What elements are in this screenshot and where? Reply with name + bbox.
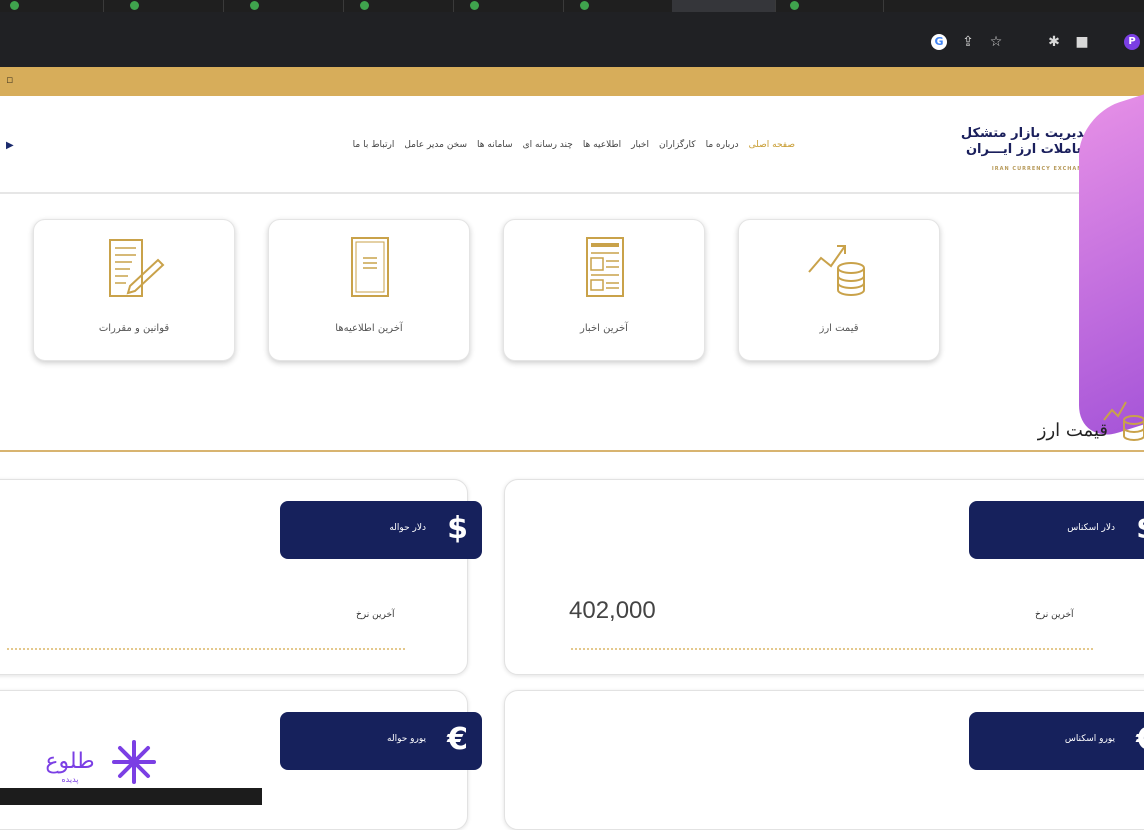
favicon-icon [10,1,19,10]
quick-link-announcements[interactable]: آخرین اطلاعیه‌ها [268,219,470,361]
watermark-logo: طلوع پدیده [45,740,156,784]
currency-name: دلار اسکناس [1067,523,1115,533]
rate-panel-usd-cash: $ دلار اسکناس آخرین نرخ 402,000 [504,479,1144,675]
favicon-icon [360,1,369,10]
logo-line-2: معاملات ارز ایـــران [965,142,1092,157]
quick-link-latest-news[interactable]: آخرین اخبار [503,219,705,361]
browser-tab[interactable] [460,0,564,12]
contract-pen-icon [109,239,165,297]
dotted-divider [7,648,405,650]
watermark-subtext: پدیده [61,775,78,784]
newspaper-icon [586,237,624,297]
watermark-text: طلوع [45,749,94,774]
currency-badge: € یورو حواله [280,712,482,770]
currency-name: یورو حواله [387,734,426,744]
star-icon[interactable]: ☆ [988,34,1004,50]
browser-tab-strip [0,0,1144,12]
section-title: قیمت ارز [1037,420,1108,441]
browser-tab[interactable] [570,0,674,12]
nav-arrow-icon[interactable]: ▶ [6,140,14,151]
currency-name: دلار حواله [389,523,426,533]
quick-link-label: قوانین و مقررات [98,323,170,334]
currency-badge: $ دلار اسکناس [969,501,1144,559]
logo-subtitle: IRAN CURRENCY EXCHANGE [991,166,1092,172]
rate-panel-eur-cash: € یورو اسکناس [504,690,1144,830]
decorative-gradient-shape [1079,84,1144,446]
currency-name: یورو اسکناس [1064,734,1115,744]
quick-link-label: آخرین اطلاعیه‌ها [335,323,403,334]
nav-item-announcements[interactable]: اطلاعیه ها [583,140,621,156]
currency-badge: $ دلار حواله [280,501,482,559]
dollar-icon: $ [447,511,468,546]
rate-label: آخرین نرخ [1035,610,1074,620]
browser-tab[interactable] [780,0,884,12]
rate-label: آخرین نرخ [356,610,395,620]
dotted-divider [571,648,1093,650]
logo-line-1: مدیریت بازار متشکل [960,126,1092,141]
google-icon[interactable]: G [931,34,947,50]
bookmarks-bar: ▫ [0,67,1144,96]
favicon-icon [790,1,799,10]
share-icon[interactable]: ⇪ [960,34,976,50]
browser-tab[interactable] [0,0,104,12]
euro-icon: € [1136,722,1144,758]
document-icon [351,237,389,297]
profile-avatar[interactable]: P [1124,34,1140,50]
nav-item-systems[interactable]: سامانه ها [477,140,513,156]
favicon-icon [250,1,259,10]
taskbar [0,788,262,805]
quick-link-regulations[interactable]: قوانین و مقررات [33,219,235,361]
nav-item-contact[interactable]: ارتباط با ما [353,140,395,156]
browser-toolbar: G ⇪ ☆ ✱ ■ P [0,12,1144,67]
browser-tab[interactable] [120,0,224,12]
coins-chart-icon [1103,401,1144,441]
favicon-icon [130,1,139,10]
rate-value: 402,000 [569,597,656,624]
favicon-icon [470,1,479,10]
site-logo[interactable]: مدیریت بازار متشکل معاملات ارز ایـــران … [960,126,1102,177]
quick-link-currency-price[interactable]: قیمت ارز [738,219,940,361]
nav-item-about[interactable]: درباره ما [706,140,739,156]
quick-link-label: آخرین اخبار [580,323,628,334]
rate-panel-usd-transfer: $ دلار حواله آخرین نرخ [0,479,482,675]
nav-item-ceo-message[interactable]: سخن مدیر عامل [404,140,467,156]
dollar-icon: $ [1136,511,1144,547]
coins-chart-icon [808,245,865,296]
euro-icon: € [447,722,468,757]
currency-badge: € یورو اسکناس [969,712,1144,770]
favicon-icon [580,1,589,10]
main-nav: صفحه اصلی درباره ما کارگزاران اخبار اطلا… [165,140,795,156]
nav-item-home[interactable]: صفحه اصلی [749,140,795,156]
site-header: ▶ صفحه اصلی درباره ما کارگزاران اخبار اط… [0,96,1144,194]
browser-tab[interactable] [240,0,344,12]
extensions-icon[interactable]: ✱ [1046,34,1062,50]
quick-link-label: قیمت ارز [819,323,859,334]
section-divider [0,450,1144,452]
browser-tab[interactable] [350,0,454,12]
bookmark-icon[interactable]: ▫ [6,73,13,86]
nav-item-multimedia[interactable]: چند رسانه ای [523,140,573,156]
browser-tab-active[interactable] [672,0,776,12]
nav-item-news[interactable]: اخبار [631,140,649,156]
side-panel-icon[interactable]: ■ [1074,34,1090,50]
nav-item-brokers[interactable]: کارگزاران [659,140,696,156]
